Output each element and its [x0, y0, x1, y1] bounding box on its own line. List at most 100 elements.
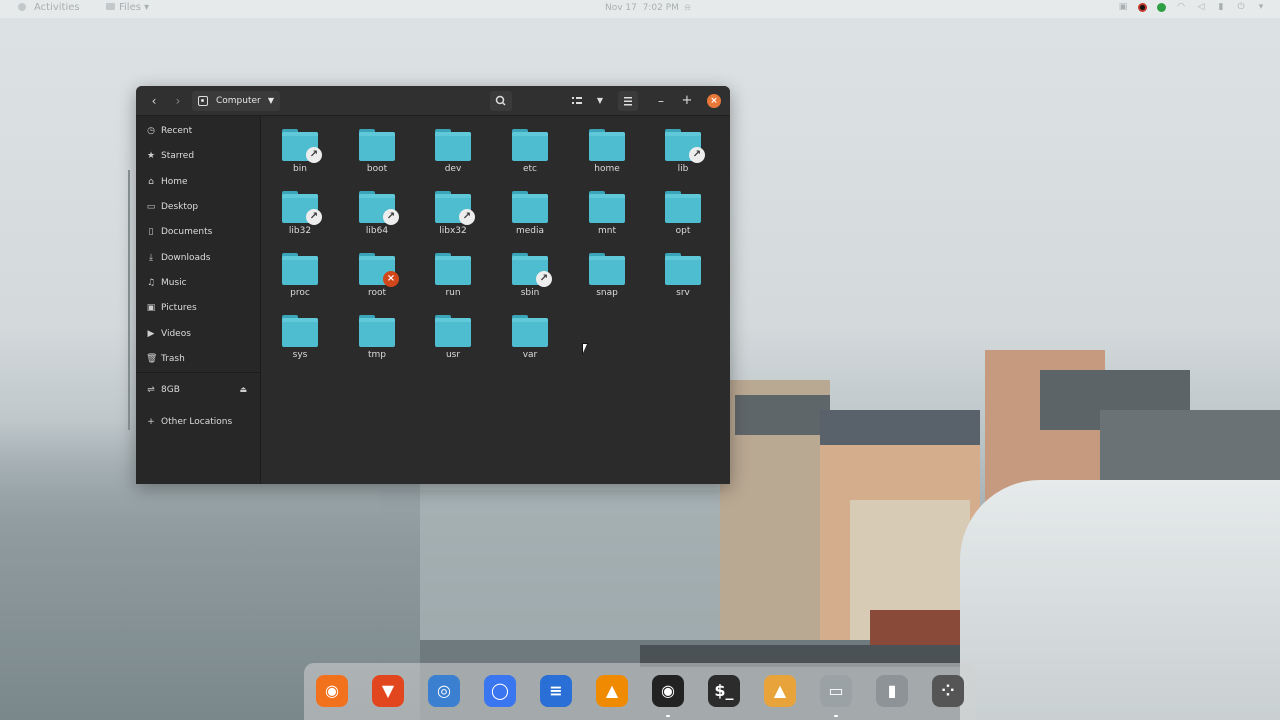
- network-app-icon[interactable]: ◎: [428, 675, 460, 707]
- clock[interactable]: Nov 17 7:02 PM ⍾: [605, 3, 691, 13]
- signal-icon[interactable]: ◯: [484, 675, 516, 707]
- folder-item[interactable]: ↗ lib32: [270, 186, 330, 244]
- eject-icon[interactable]: ⏏: [239, 380, 247, 400]
- maximize-button[interactable]: +: [680, 91, 694, 111]
- sidebar-item-downloads[interactable]: ⤓ Downloads: [136, 248, 261, 268]
- folder-item[interactable]: mnt: [577, 186, 637, 244]
- running-indicator: [834, 715, 838, 717]
- close-button[interactable]: ×: [707, 94, 721, 108]
- libreoffice-writer-icon[interactable]: ≡: [540, 675, 572, 707]
- folder-item[interactable]: dev: [423, 124, 483, 182]
- sidebar-item-pictures[interactable]: ▣ Pictures: [136, 298, 261, 318]
- folder-item[interactable]: srv: [653, 248, 713, 306]
- folder-item[interactable]: opt: [653, 186, 713, 244]
- building-roof: [820, 410, 980, 445]
- sidebar-item-documents[interactable]: ▯ Documents: [136, 222, 261, 242]
- sidebar-item-label: Trash: [161, 354, 185, 364]
- sidebar-item-desktop[interactable]: ▭ Desktop: [136, 197, 261, 217]
- back-button[interactable]: ‹: [144, 92, 164, 110]
- forward-button[interactable]: ›: [168, 92, 188, 110]
- obs-icon[interactable]: ◉: [652, 675, 684, 707]
- system-tray[interactable]: ▣ ◠ ◁ ▮ ⏻ ▾: [1118, 2, 1266, 12]
- firefox-icon[interactable]: ◉: [316, 675, 348, 707]
- sidebar-item-label: Starred: [161, 151, 195, 161]
- folder-label: run: [445, 288, 461, 298]
- files-icon[interactable]: ▭: [820, 675, 852, 707]
- folder-item[interactable]: etc: [500, 124, 560, 182]
- folder-label: snap: [596, 288, 618, 298]
- folder-label: usr: [445, 350, 461, 360]
- activities-button[interactable]: Activities: [18, 2, 80, 13]
- list-view-icon: [572, 97, 582, 104]
- sidebar-item-starred[interactable]: ★ Starred: [136, 146, 261, 166]
- power-icon[interactable]: ⏻: [1236, 2, 1246, 12]
- folder-item[interactable]: run: [423, 248, 483, 306]
- symlink-arrow-icon: ↗: [536, 271, 552, 287]
- app-menu-label: Files: [119, 2, 141, 13]
- sidebar-item-label: Recent: [161, 126, 193, 136]
- brave-icon[interactable]: ▼: [372, 675, 404, 707]
- sidebar-item-label: Downloads: [161, 253, 211, 263]
- view-options-button[interactable]: ▼: [592, 91, 608, 111]
- folder-item[interactable]: ↗ lib: [653, 124, 713, 182]
- folder-item[interactable]: ↗ lib64: [347, 186, 407, 244]
- app-grid-icon[interactable]: ⁘: [932, 675, 964, 707]
- sidebar: ◷ Recent ★ Starred ⌂ Home ▭ Desktop ▯ Documen…: [136, 116, 261, 484]
- main-menu-button[interactable]: [618, 91, 638, 111]
- sidebar-item-drive[interactable]: ⇌ 8GB ⏏: [136, 380, 261, 400]
- chevron-down-icon: ▼: [267, 96, 274, 105]
- record-icon[interactable]: [1138, 2, 1147, 12]
- minimize-button[interactable]: –: [654, 91, 668, 111]
- folder-item[interactable]: × root: [347, 248, 407, 306]
- folder-item[interactable]: tmp: [347, 310, 407, 368]
- drive-icon: [198, 96, 208, 106]
- folder-label: etc: [522, 164, 537, 174]
- folder-icon: [512, 191, 548, 223]
- header-bar: ‹ › Computer ▼ ▼ – + ×: [136, 86, 730, 116]
- folder-icon: [282, 315, 318, 347]
- folder-item[interactable]: var: [500, 310, 560, 368]
- update-icon[interactable]: [1157, 2, 1166, 12]
- folder-item[interactable]: proc: [270, 248, 330, 306]
- sidebar-item-home[interactable]: ⌂ Home: [136, 172, 261, 192]
- folder-item[interactable]: usr: [423, 310, 483, 368]
- path-bar-button[interactable]: Computer ▼: [192, 91, 280, 111]
- desktop-icon: ▭: [146, 202, 156, 212]
- folder-item[interactable]: media: [500, 186, 560, 244]
- boat-hull: [870, 610, 970, 645]
- sidebar-item-label: Videos: [161, 329, 191, 339]
- app-menu[interactable]: Files ▾: [106, 2, 149, 13]
- view-toggle-button[interactable]: [567, 91, 587, 111]
- folder-label: sbin: [520, 288, 540, 298]
- sidebar-item-recent[interactable]: ◷ Recent: [136, 121, 261, 141]
- folder-item[interactable]: ↗ bin: [270, 124, 330, 182]
- chevron-down-icon[interactable]: ▾: [1256, 2, 1266, 12]
- search-button[interactable]: [490, 91, 512, 111]
- image-app-icon[interactable]: ▲: [764, 675, 796, 707]
- sidebar-item-other-locations[interactable]: + Other Locations: [136, 412, 261, 432]
- folder-icon: [435, 253, 471, 285]
- sidebar-item-videos[interactable]: ▶ Videos: [136, 324, 261, 344]
- sidebar-item-trash[interactable]: 🗑 Trash: [136, 349, 261, 369]
- folder-label: libx32: [439, 226, 467, 236]
- folder-item[interactable]: ↗ libx32: [423, 186, 483, 244]
- vlc-icon[interactable]: ▲: [596, 675, 628, 707]
- sidebar-item-label: Other Locations: [161, 417, 233, 427]
- folder-item[interactable]: ↗ sbin: [500, 248, 560, 306]
- minimize-icon: –: [658, 94, 664, 108]
- folder-item[interactable]: home: [577, 124, 637, 182]
- terminal-icon[interactable]: $_: [708, 675, 740, 707]
- microphone-icon[interactable]: ▮: [1216, 2, 1226, 12]
- clock-icon: ◷: [147, 126, 155, 136]
- folder-item[interactable]: boot: [347, 124, 407, 182]
- folder-icon: [435, 129, 471, 161]
- discord-icon[interactable]: ▣: [1118, 2, 1128, 12]
- sidebar-item-music[interactable]: ♫ Music: [136, 273, 261, 293]
- volume-icon[interactable]: ◁: [1196, 2, 1206, 12]
- folder-item[interactable]: snap: [577, 248, 637, 306]
- folder-label: media: [515, 226, 545, 236]
- activities-icon: [18, 3, 26, 11]
- trash-icon[interactable]: ▮: [876, 675, 908, 707]
- folder-item[interactable]: sys: [270, 310, 330, 368]
- wifi-icon[interactable]: ◠: [1176, 2, 1186, 12]
